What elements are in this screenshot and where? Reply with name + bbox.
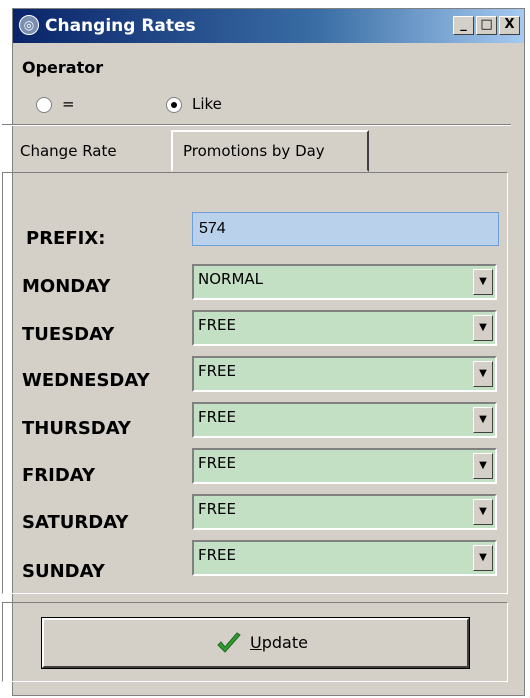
day-label-sunday: SUNDAY	[22, 561, 105, 582]
operator-like-radio[interactable]	[166, 97, 182, 113]
title-bar[interactable]: ◎ Changing Rates _ □ X	[13, 9, 524, 43]
update-button[interactable]: Update	[42, 618, 469, 668]
chevron-down-icon[interactable]: ▼	[473, 269, 493, 295]
operator-separator	[2, 124, 511, 126]
monday-value: NORMAL	[198, 270, 264, 288]
maximize-button[interactable]: □	[476, 16, 497, 35]
wednesday-select[interactable]: FREE ▼	[192, 356, 497, 392]
radio-selected-dot	[171, 102, 177, 108]
operator-label: Operator	[22, 58, 104, 77]
day-label-thursday: THURSDAY	[22, 418, 131, 439]
thursday-value: FREE	[198, 408, 237, 426]
tuesday-select[interactable]: FREE ▼	[192, 310, 497, 346]
operator-like-label: Like	[192, 95, 222, 113]
sunday-select[interactable]: FREE ▼	[192, 540, 497, 576]
day-label-friday: FRIDAY	[22, 465, 96, 486]
saturday-value: FREE	[198, 500, 237, 518]
monday-select[interactable]: NORMAL ▼	[192, 264, 497, 300]
chevron-down-icon[interactable]: ▼	[473, 361, 493, 387]
window-title: Changing Rates	[45, 16, 196, 36]
chevron-down-icon[interactable]: ▼	[473, 453, 493, 479]
prefix-label: PREFIX:	[26, 228, 106, 249]
saturday-select[interactable]: FREE ▼	[192, 494, 497, 530]
prefix-input[interactable]	[192, 212, 499, 246]
friday-value: FREE	[198, 454, 237, 472]
wednesday-value: FREE	[198, 362, 237, 380]
operator-equals-label: =	[62, 95, 75, 113]
update-button-label: Update	[250, 633, 308, 652]
thursday-select[interactable]: FREE ▼	[192, 402, 497, 438]
tab-promotions-by-day[interactable]: Promotions by Day	[171, 130, 369, 172]
app-globe-icon: ◎	[19, 15, 39, 35]
chevron-down-icon[interactable]: ▼	[473, 315, 493, 341]
tab-change-rate[interactable]: Change Rate	[8, 136, 158, 170]
checkmark-icon	[217, 632, 241, 653]
chevron-down-icon[interactable]: ▼	[473, 545, 493, 571]
day-label-saturday: SATURDAY	[22, 512, 129, 533]
tuesday-value: FREE	[198, 316, 237, 334]
friday-select[interactable]: FREE ▼	[192, 448, 497, 484]
day-label-wednesday: WEDNESDAY	[22, 370, 150, 391]
chevron-down-icon[interactable]: ▼	[473, 407, 493, 433]
close-button[interactable]: X	[499, 16, 520, 35]
chevron-down-icon[interactable]: ▼	[473, 499, 493, 525]
sunday-value: FREE	[198, 546, 237, 564]
operator-equals-radio[interactable]	[36, 97, 52, 113]
day-label-monday: MONDAY	[22, 276, 111, 297]
day-label-tuesday: TUESDAY	[22, 324, 115, 345]
minimize-button[interactable]: _	[453, 16, 474, 35]
